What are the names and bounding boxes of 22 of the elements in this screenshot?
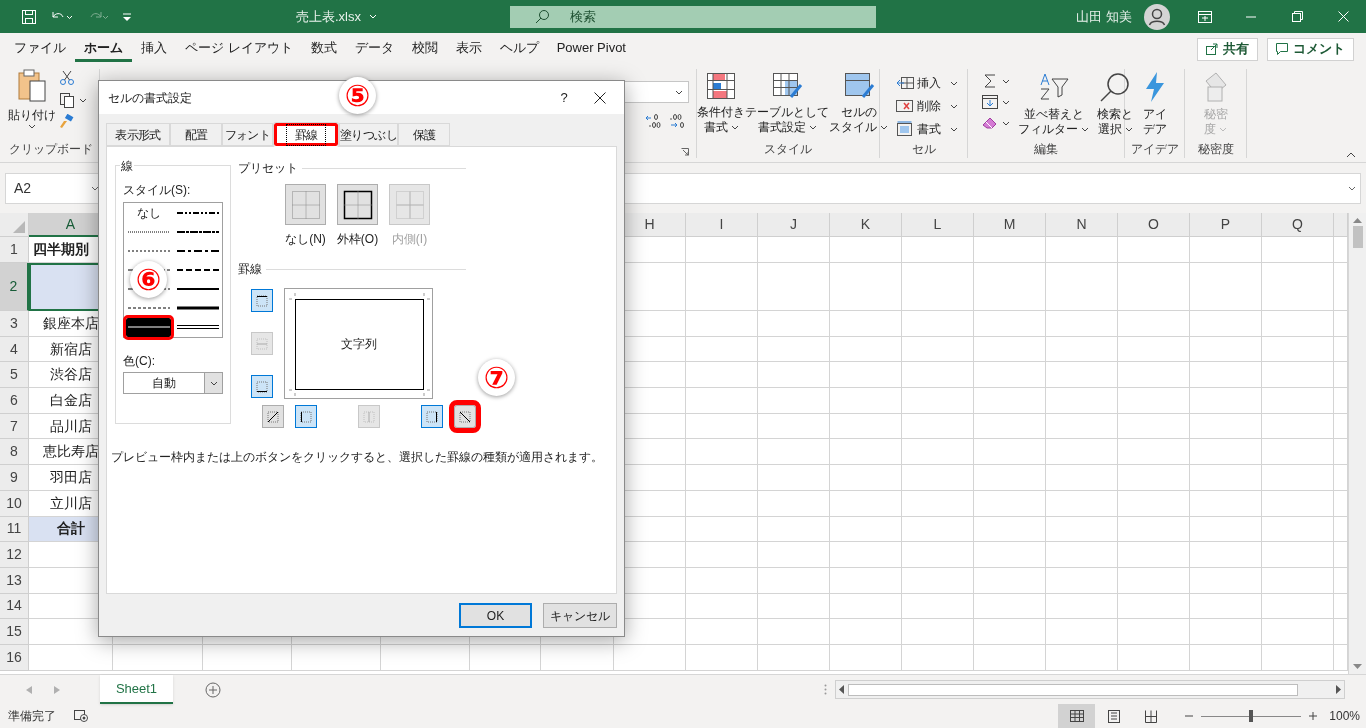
zoom-level: 100% [1329, 708, 1360, 725]
section-label: プリセット [238, 160, 298, 177]
group-label: 編集 [1034, 141, 1058, 158]
help-text: プレビュー枠内または上のボタンをクリックすると、選択した罫線の種類が適用されます。 [111, 449, 604, 466]
preset-label: なし(N) [285, 231, 326, 248]
group-label: 秘密度 [1197, 141, 1234, 158]
preset-label: 内側(I) [391, 231, 428, 248]
group-label: スタイル [764, 141, 812, 158]
group-label: アイデア [1130, 141, 1179, 158]
color-label: 色(C): [123, 353, 156, 370]
preview-text: 文字列 [340, 335, 377, 353]
section-label: 罫線 [238, 261, 262, 278]
line-style-label: なし [136, 205, 161, 222]
dialog-title: セルの書式設定 [108, 89, 192, 107]
user-name: 山田 知美 [1076, 7, 1132, 26]
group-label: 線 [120, 157, 134, 175]
file-title: 売上表.xlsx [296, 7, 361, 26]
group-label: クリップボード [9, 141, 93, 158]
style-label: スタイル(S): [123, 182, 192, 199]
preset-label: 外枠(O) [336, 231, 379, 248]
group-label: セル [911, 141, 936, 158]
status-text: 準備完了 [7, 708, 57, 725]
